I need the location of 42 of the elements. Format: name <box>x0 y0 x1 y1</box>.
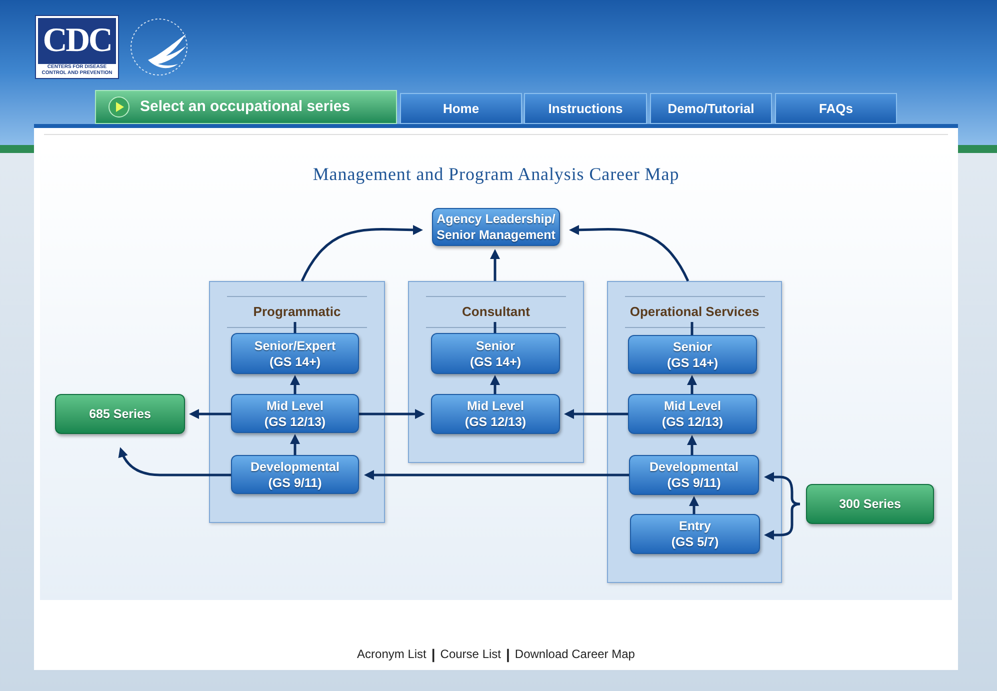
nav-tab[interactable]: FAQs <box>775 93 897 124</box>
career-level-node[interactable]: Mid Level (GS 12/13) <box>231 394 359 433</box>
series-selector-button[interactable]: Select an occupational series <box>95 90 397 124</box>
arrow <box>189 409 231 419</box>
link-separator: | <box>431 644 436 664</box>
arrow <box>490 375 500 394</box>
nav-tab[interactable]: Demo/Tutorial <box>650 93 772 124</box>
career-level-node[interactable]: Developmental (GS 9/11) <box>231 455 359 494</box>
career-level-node[interactable]: Senior (GS 14+) <box>431 333 560 374</box>
arrow <box>490 249 500 281</box>
link-separator: | <box>506 644 510 664</box>
play-icon <box>108 96 130 118</box>
career-level-node[interactable]: Entry (GS 5/7) <box>630 514 760 554</box>
career-level-node[interactable]: Senior (GS 14+) <box>628 335 757 374</box>
career-level-node[interactable]: Senior/Expert (GS 14+) <box>231 333 359 374</box>
track-heading: Operational Services <box>630 303 760 321</box>
career-level-node[interactable]: Developmental (GS 9/11) <box>629 455 759 495</box>
nav-tab[interactable]: Instructions <box>524 93 647 124</box>
career-level-node[interactable]: Mid Level (GS 12/13) <box>628 394 757 434</box>
arrow <box>564 409 628 419</box>
nav-tab[interactable]: Home <box>400 93 522 124</box>
connector-line <box>294 322 296 333</box>
brace-arrow <box>764 472 802 540</box>
footer-link[interactable]: Acronym List <box>357 645 426 663</box>
career-level-node[interactable]: Mid Level (GS 12/13) <box>431 394 560 434</box>
page-title: Management and Program Analysis Career Map <box>312 163 680 186</box>
arrow <box>687 435 697 455</box>
connector-line <box>494 322 496 333</box>
arrow <box>689 496 699 514</box>
arrow <box>290 434 300 455</box>
career-level-node[interactable]: Agency Leadership/ Senior Management <box>432 208 560 246</box>
connector-line <box>690 322 694 335</box>
arrow <box>687 375 697 394</box>
track-heading: Consultant <box>462 303 530 321</box>
footer-link[interactable]: Download Career Map <box>514 645 635 663</box>
footer-link[interactable]: Course List <box>440 645 501 663</box>
logo-wordmark: CDC <box>42 24 112 58</box>
arrow <box>359 409 425 419</box>
arrow <box>290 375 300 394</box>
series-button[interactable]: 685 Series <box>55 394 185 434</box>
track-heading: Programmatic <box>253 303 341 321</box>
series-button[interactable]: 300 Series <box>806 484 934 524</box>
